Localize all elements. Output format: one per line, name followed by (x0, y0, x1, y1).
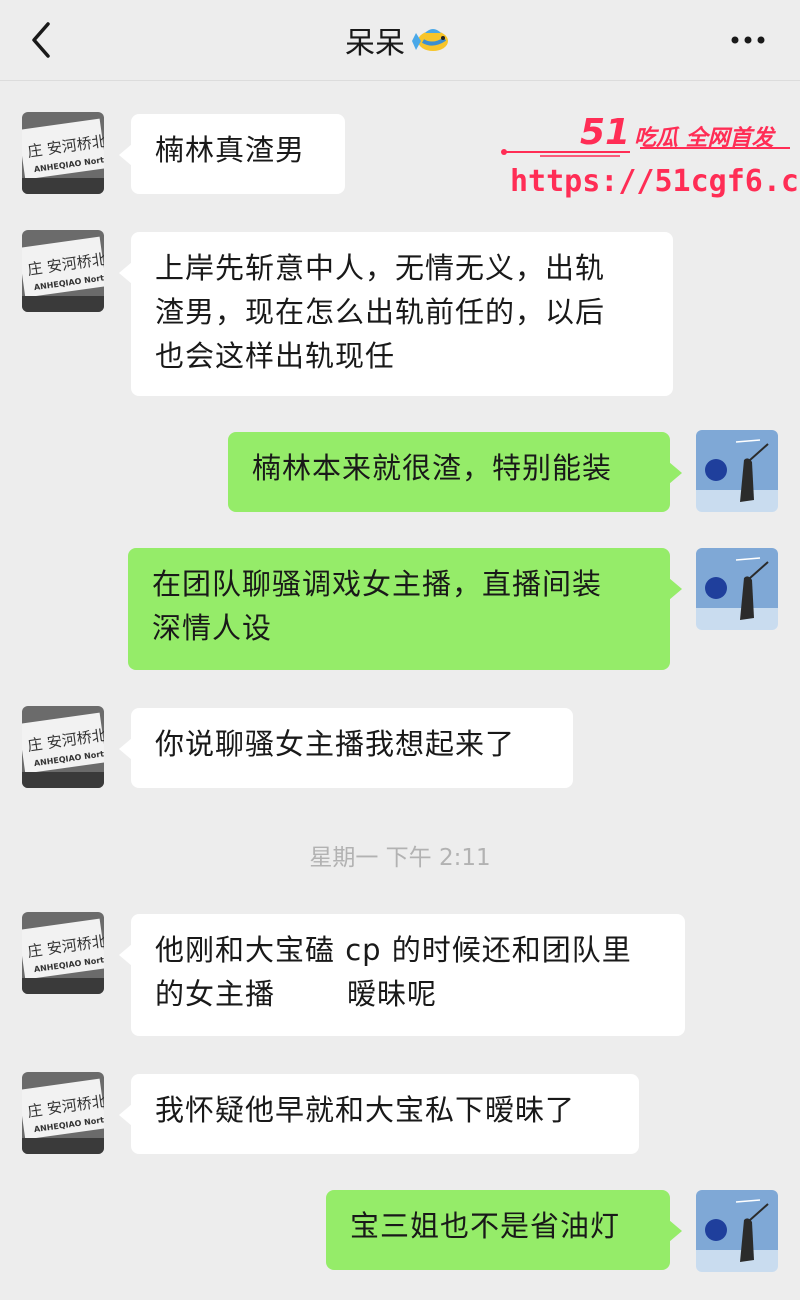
chat-title: 呆呆 (345, 26, 405, 61)
site-watermark: 51 吃瓜 全网首发 https://51cgf6.com (500, 100, 800, 210)
message-text: 我怀疑他早就和大宝私下暧昧了 (155, 1093, 576, 1127)
contact-avatar[interactable] (22, 230, 104, 312)
message-text-line: 深情人设 (152, 611, 273, 645)
message-text-line: 他刚和大宝磕 cp 的时候还和团队里 (155, 933, 632, 967)
contact-avatar[interactable] (22, 1072, 104, 1154)
message-text: 楠林本来就很渣，特别能装 (252, 451, 613, 485)
self-avatar[interactable] (696, 1190, 778, 1272)
message-text: 楠林真渣男 (155, 133, 306, 167)
message-bubble-outgoing[interactable]: 宝三姐也不是省油灯 (326, 1190, 682, 1270)
message-text: 宝三姐也不是省油灯 (350, 1209, 621, 1243)
self-avatar[interactable] (696, 548, 778, 630)
message-text-fragment: 的女主播 (155, 977, 276, 1011)
message-bubble-incoming[interactable]: 上岸先斩意中人，无情无义，出轨 渣男，现在怎么出轨前任的，以后 也会这样出轨现任 (119, 232, 673, 396)
contact-avatar[interactable] (22, 912, 104, 994)
message-text-fragment: 暧昧呢 (347, 977, 438, 1011)
watermark-url: https://51cgf6.com (510, 164, 800, 199)
contact-avatar[interactable] (22, 112, 104, 194)
chat-header: 呆呆 (0, 0, 800, 81)
more-dots-icon[interactable] (728, 28, 768, 52)
message-text-line-redacted: 的女主播 暧昧呢 (155, 972, 661, 1016)
message-bubble-incoming[interactable]: 他刚和大宝磕 cp 的时候还和团队里 的女主播 暧昧呢 (119, 914, 685, 1036)
self-avatar[interactable] (696, 430, 778, 512)
message-bubble-outgoing[interactable]: 在团队聊骚调戏女主播，直播间装 深情人设 (128, 548, 682, 670)
message-text-line: 渣男，现在怎么出轨前任的，以后 (155, 295, 606, 329)
contact-avatar[interactable] (22, 706, 104, 788)
message-bubble-incoming[interactable]: 楠林真渣男 (119, 114, 345, 194)
chat-timestamp: 星期一 下午 2:11 (309, 845, 491, 871)
message-text-line: 也会这样出轨现任 (155, 339, 396, 373)
message-text-line: 在团队聊骚调戏女主播，直播间装 (152, 567, 603, 601)
message-bubble-incoming[interactable]: 你说聊骚女主播我想起来了 (119, 708, 573, 788)
chat-title-wrap: 呆呆 (0, 0, 800, 80)
message-text: 你说聊骚女主播我想起来了 (155, 727, 516, 761)
watermark-circuit-lines (501, 147, 790, 157)
redaction-blur (275, 984, 348, 1008)
message-text-line: 上岸先斩意中人，无情无义，出轨 (155, 251, 606, 285)
message-bubble-incoming[interactable]: 我怀疑他早就和大宝私下暧昧了 (119, 1074, 639, 1154)
tropical-fish-icon (412, 29, 448, 51)
message-bubble-outgoing[interactable]: 楠林本来就很渣，特别能装 (228, 432, 682, 512)
